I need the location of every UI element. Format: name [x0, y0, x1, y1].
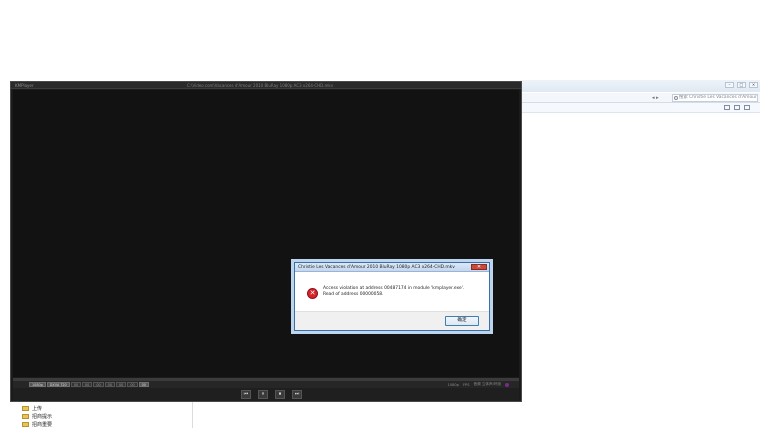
- tree-item[interactable]: 招商提示: [22, 412, 52, 420]
- error-dialog: Christie Les Vacances d'Amour 2010 BluRa…: [294, 262, 490, 331]
- player-app-name: KMPlayer: [15, 83, 34, 88]
- ok-button[interactable]: 确定: [445, 316, 479, 326]
- stop-button[interactable]: ⏹: [275, 390, 285, 399]
- tree-item-label: 招商提示: [32, 413, 53, 420]
- folder-tree: 上传 招商提示 招商重要: [22, 404, 52, 428]
- tree-item[interactable]: 招商重要: [22, 420, 52, 428]
- player-file-path: C:\Video.com\Vacances d'Amour 2010 BluRa…: [187, 83, 334, 88]
- dialog-body: ✕ Access violation at address 00487174 i…: [295, 273, 489, 311]
- explorer-address-bar: ◂ ▸ 搜索 Christie Les Vacances d'Amour: [520, 93, 760, 103]
- explorer-titlebar: – □ ×: [520, 80, 760, 92]
- folder-icon: [22, 405, 29, 411]
- search-input[interactable]: 搜索 Christie Les Vacances d'Amour: [672, 94, 758, 102]
- close-button[interactable]: ×: [749, 82, 758, 88]
- tree-item[interactable]: 上传: [22, 404, 52, 412]
- next-button[interactable]: ⏭: [292, 390, 302, 399]
- status-badge: 00: [104, 382, 115, 387]
- navigation-pane-divider[interactable]: [192, 402, 193, 428]
- pause-button[interactable]: ⏸: [258, 390, 268, 399]
- playback-button-group: ⏮ ⏸ ⏹ ⏭: [241, 390, 302, 399]
- previous-button[interactable]: ⏮: [241, 390, 251, 399]
- error-message-line2: Read of address 00000058.: [323, 292, 384, 297]
- folder-icon: [22, 421, 29, 427]
- status-audio: 音频 立体声/环绕: [473, 382, 501, 386]
- dialog-close-button[interactable]: ✕: [471, 264, 487, 270]
- maximize-button[interactable]: □: [737, 82, 746, 88]
- error-icon: ✕: [307, 288, 318, 299]
- status-badge: 00: [93, 382, 104, 387]
- media-player-window: KMPlayer C:\Video.com\Vacances d'Amour 2…: [10, 81, 522, 402]
- status-badges: 1080p DXVA 720 00 00 00 00 00 00 00: [29, 382, 149, 387]
- search-icon: [674, 96, 678, 100]
- help-icon[interactable]: [744, 105, 750, 110]
- desktop: – □ × ◂ ▸ 搜索 Christie Les Vacances d'Amo…: [0, 0, 760, 428]
- player-titlebar: KMPlayer C:\Video.com\Vacances d'Amour 2…: [11, 82, 521, 89]
- player-status-bar: 1080p DXVA 720 00 00 00 00 00 00 00 1080…: [13, 381, 519, 388]
- status-fps: FPS: [462, 382, 470, 387]
- dialog-titlebar: Christie Les Vacances d'Amour 2010 BluRa…: [295, 263, 489, 272]
- playback-controls: ⏮ ⏸ ⏹ ⏭: [13, 388, 519, 401]
- tree-item-label: 招商重要: [32, 421, 53, 428]
- search-placeholder: 搜索 Christie Les Vacances d'Amour: [679, 95, 757, 100]
- explorer-window: – □ × ◂ ▸ 搜索 Christie Les Vacances d'Amo…: [520, 80, 760, 428]
- status-badge: 1080p: [29, 382, 46, 387]
- volume-knob-icon[interactable]: [505, 382, 509, 387]
- tree-item-label: 上传: [32, 405, 43, 412]
- dialog-title: Christie Les Vacances d'Amour 2010 BluRa…: [298, 264, 455, 270]
- view-buttons: [724, 105, 750, 110]
- status-badge: 00: [82, 382, 93, 387]
- status-badge: 00: [116, 382, 127, 387]
- video-area[interactable]: [13, 90, 519, 377]
- status-right: 1080p FPS 音频 立体声/环绕: [448, 382, 509, 387]
- status-badge: 00: [127, 382, 138, 387]
- folder-icon: [22, 413, 29, 419]
- dialog-footer: 确定: [295, 311, 489, 330]
- nav-arrows[interactable]: ◂ ▸: [652, 95, 659, 101]
- status-badge: 00: [70, 382, 82, 387]
- minimize-button[interactable]: –: [725, 82, 734, 88]
- explorer-window-controls: – □ ×: [725, 82, 758, 88]
- explorer-toolbar: [520, 103, 760, 113]
- status-resolution: 1080p: [447, 382, 459, 387]
- status-badge: DXVA 720: [46, 382, 70, 387]
- view-options-icon[interactable]: [724, 105, 730, 110]
- preview-pane-icon[interactable]: [734, 105, 740, 110]
- status-badge: 00: [138, 382, 149, 387]
- error-message-line1: Access violation at address 00487174 in …: [323, 286, 465, 291]
